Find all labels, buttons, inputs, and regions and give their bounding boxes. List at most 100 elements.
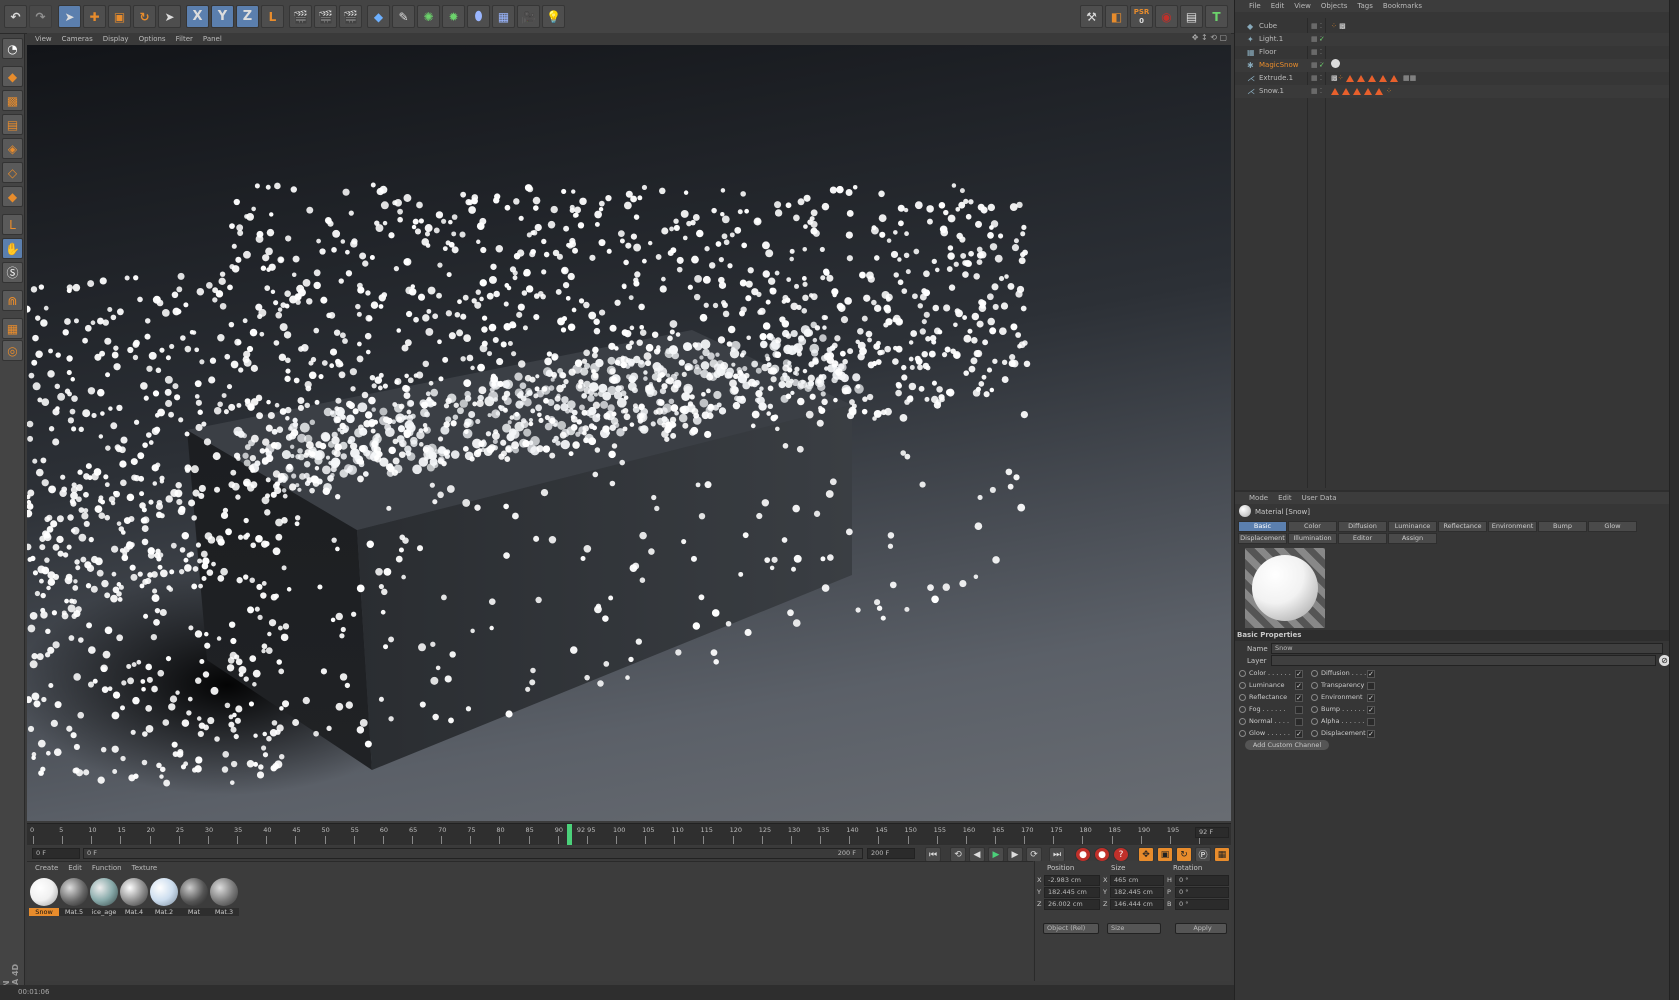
object-row-snow-1[interactable]: ⋌ Snow.1 ▦ ⁚ ⁘ <box>1235 85 1679 98</box>
render-view-icon[interactable]: 🎬 <box>289 5 312 28</box>
tab-assign[interactable]: Assign <box>1388 533 1437 544</box>
channel-checkbox[interactable]: ✓ <box>1295 730 1303 738</box>
tag-icon[interactable]: ⁘ <box>1331 22 1337 30</box>
channel-checkbox[interactable] <box>1367 718 1375 726</box>
animation-radio-icon[interactable] <box>1239 694 1246 701</box>
autokey-icon[interactable]: ● <box>1094 847 1110 862</box>
spline-pen-icon[interactable]: ✎ <box>392 5 415 28</box>
viewport-menu-filter[interactable]: Filter <box>176 35 193 43</box>
object-row-cube[interactable]: ◆ Cube ▦ ⁚ ⁘ ▩ <box>1235 20 1679 33</box>
polygons-mode-icon[interactable]: ◆ <box>2 186 23 207</box>
channel-displacement[interactable]: Displacement ✓ <box>1311 729 1375 740</box>
phong-tag-icon[interactable] <box>1342 87 1350 95</box>
channel-checkbox[interactable]: ✓ <box>1295 682 1303 690</box>
channel-reflectance[interactable]: Reflectance ✓ <box>1239 693 1303 704</box>
phong-tag-icon[interactable] <box>1353 87 1361 95</box>
coord-rotation-p[interactable]: 0 ° <box>1175 887 1229 898</box>
coord-size-x[interactable]: 465 cm <box>1110 875 1164 886</box>
layer-field[interactable] <box>1271 655 1656 666</box>
object-row-light-1[interactable]: ✦ Light.1 ▦ ⁚ ✓ <box>1235 33 1679 46</box>
animation-radio-icon[interactable] <box>1311 706 1318 713</box>
rotate-icon[interactable]: ↻ <box>133 5 156 28</box>
channel-checkbox[interactable] <box>1367 682 1375 690</box>
tab-illumination[interactable]: Illumination <box>1288 533 1337 544</box>
material-menu-create[interactable]: Create <box>35 864 58 872</box>
tab-displacement[interactable]: Displacement <box>1238 533 1287 544</box>
channel-checkbox[interactable]: ✓ <box>1295 670 1303 678</box>
material-menu-texture[interactable]: Texture <box>132 864 158 872</box>
viewport-menu-panel[interactable]: Panel <box>203 35 222 43</box>
phong-tag-icon[interactable] <box>1356 74 1365 82</box>
om-menu-tags[interactable]: Tags <box>1357 2 1373 10</box>
channel-bump[interactable]: Bump . . . . . . ✓ <box>1311 705 1375 716</box>
range-slider[interactable]: 0 F 200 F <box>83 848 863 859</box>
undo-icon[interactable]: ↶ <box>4 5 27 28</box>
workplane-icon[interactable]: ▤ <box>1180 5 1203 28</box>
keyframe-selection-icon[interactable]: ? <box>1113 847 1129 862</box>
layer-visibility-icon[interactable]: ▦ ⁚ <box>1311 72 1322 85</box>
channel-checkbox[interactable]: ✓ <box>1367 730 1375 738</box>
tab-editor[interactable]: Editor <box>1338 533 1387 544</box>
key-rotation-icon[interactable]: ↻ <box>1176 847 1192 862</box>
tab-diffusion[interactable]: Diffusion <box>1338 521 1387 532</box>
deformer-icon[interactable]: ⬮ <box>467 5 490 28</box>
tab-basic[interactable]: Basic <box>1238 521 1287 532</box>
coord-size-dropdown[interactable]: Size <box>1107 923 1161 934</box>
material-swatch-snow[interactable]: Snow <box>29 878 59 919</box>
om-menu-edit[interactable]: Edit <box>1271 2 1285 10</box>
channel-luminance[interactable]: Luminance ✓ <box>1239 681 1303 692</box>
animation-radio-icon[interactable] <box>1239 670 1246 677</box>
animation-radio-icon[interactable] <box>1311 718 1318 725</box>
coord-position-z[interactable]: 26.002 cm <box>1044 899 1100 910</box>
timeline-ruler[interactable]: 0 5 10 15 20 25 30 35 40 45 50 55 60 65 70 75 80 85 90 92 9… <box>27 823 1231 845</box>
channel-normal[interactable]: Normal . . . . <box>1239 717 1303 728</box>
enabled-check-icon[interactable]: ✓ <box>1319 33 1325 46</box>
am-menu-mode[interactable]: Mode <box>1249 494 1268 502</box>
channel-alpha[interactable]: Alpha . . . . . . <box>1311 717 1375 728</box>
material-menu-function[interactable]: Function <box>92 864 122 872</box>
axis-x-button[interactable]: X <box>186 5 209 28</box>
coord-size-z[interactable]: 146.444 cm <box>1110 899 1164 910</box>
am-menu-edit[interactable]: Edit <box>1278 494 1292 502</box>
go-to-end-icon[interactable]: ⏭ <box>1049 847 1065 862</box>
viewport-menu-view[interactable]: View <box>35 35 52 43</box>
floor-icon[interactable]: ▦ <box>492 5 515 28</box>
animation-radio-icon[interactable] <box>1311 670 1318 677</box>
animation-radio-icon[interactable] <box>1311 694 1318 701</box>
render-settings-icon[interactable]: 🎬 <box>339 5 362 28</box>
material-swatch-ice-age[interactable]: ice_age <box>89 878 119 919</box>
snap-icon[interactable]: ⚒ <box>1080 5 1103 28</box>
play-icon[interactable]: ▶ <box>988 847 1004 862</box>
phong-tag-icon[interactable] <box>1364 87 1372 95</box>
array-icon[interactable]: ✹ <box>442 5 465 28</box>
channel-diffusion[interactable]: Diffusion . . . . ✓ <box>1311 669 1375 680</box>
live-select-icon[interactable]: ➤ <box>58 5 81 28</box>
material-swatch-mat-4[interactable]: Mat.4 <box>119 878 149 919</box>
coord-rotation-h[interactable]: 0 ° <box>1175 875 1229 886</box>
selection-tag-icon[interactable]: ▦▦ <box>1403 74 1416 82</box>
tag-icon[interactable]: ⁘ <box>1338 74 1344 82</box>
viewport-menu-cameras[interactable]: Cameras <box>62 35 93 43</box>
make-editable-icon[interactable]: ◔ <box>2 38 23 59</box>
material-preview[interactable] <box>1245 548 1325 628</box>
coord-rotation-b[interactable]: 0 ° <box>1175 899 1229 910</box>
axis-z-button[interactable]: Z <box>236 5 259 28</box>
render-picture-viewer-icon[interactable]: 🎬 <box>314 5 337 28</box>
channel-checkbox[interactable]: ✓ <box>1367 706 1375 714</box>
layer-visibility-icon[interactable]: ▦ ⁚ <box>1311 46 1322 59</box>
next-frame-icon[interactable]: ▶ <box>1007 847 1023 862</box>
phong-tag-icon[interactable] <box>1345 74 1354 82</box>
scale-icon[interactable]: ▣ <box>108 5 131 28</box>
material-swatch-mat-3[interactable]: Mat.3 <box>209 878 239 919</box>
t-icon[interactable]: T <box>1205 5 1228 28</box>
move-camera-icon[interactable]: ◉ <box>1155 5 1178 28</box>
om-menu-view[interactable]: View <box>1294 2 1311 10</box>
phong-tag-icon[interactable] <box>1375 87 1383 95</box>
material-swatch-mat-2[interactable]: Mat.2 <box>149 878 179 919</box>
axis-y-button[interactable]: Y <box>211 5 234 28</box>
material-tag-icon[interactable] <box>1331 59 1340 68</box>
select-icon[interactable]: ➤ <box>158 5 181 28</box>
coord-size-y[interactable]: 182.445 cm <box>1110 887 1164 898</box>
channel-glow[interactable]: Glow . . . . . . ✓ <box>1239 729 1303 740</box>
layer-visibility-icon[interactable]: ▦ ⁚ <box>1311 20 1322 33</box>
